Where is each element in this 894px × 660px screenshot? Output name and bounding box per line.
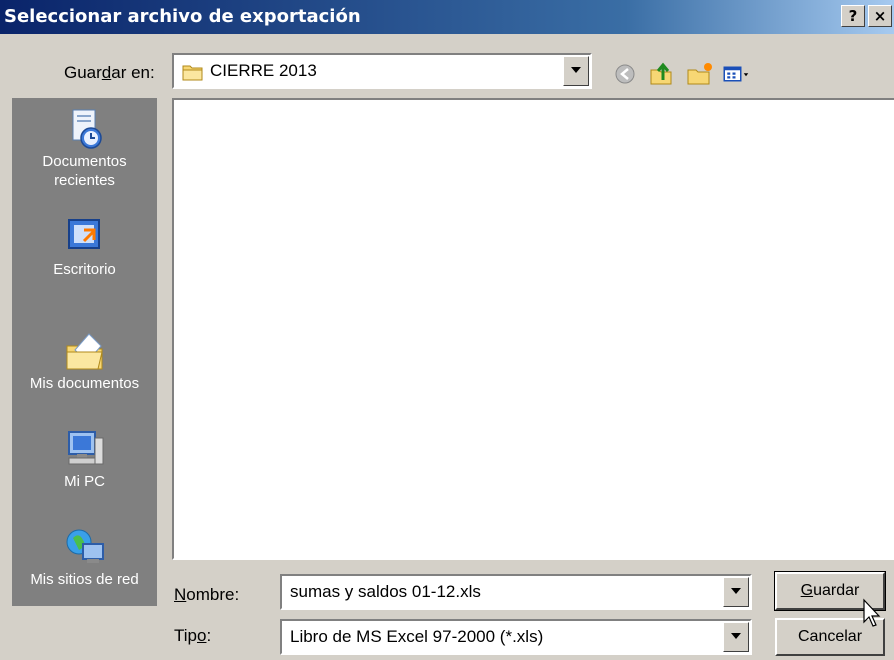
folder-icon bbox=[182, 65, 203, 81]
filename-value: sumas y saldos 01-12.xls bbox=[290, 582, 481, 601]
close-button[interactable]: × bbox=[868, 5, 892, 27]
place-label: Mis sitios de red bbox=[30, 571, 139, 588]
filename-dropdown-arrow[interactable] bbox=[723, 577, 749, 607]
my-computer-icon bbox=[67, 431, 103, 465]
save-in-dropdown-arrow[interactable] bbox=[563, 56, 589, 86]
save-in-value: CIERRE 2013 bbox=[210, 61, 317, 80]
filename-label: Nombre: bbox=[174, 585, 240, 604]
place-desktop[interactable]: Escritorio bbox=[12, 216, 157, 279]
desktop-icon bbox=[67, 219, 100, 249]
place-recent-documents[interactable]: Documentos recientes bbox=[12, 108, 157, 190]
place-label: Escritorio bbox=[53, 261, 116, 278]
filetype-dropdown-arrow[interactable] bbox=[723, 622, 749, 652]
recent-documents-icon bbox=[72, 109, 102, 149]
my-documents-icon bbox=[66, 333, 103, 370]
network-places-icon bbox=[66, 529, 104, 563]
save-in-dropdown[interactable]: CIERRE 2013 bbox=[172, 53, 592, 89]
place-network[interactable]: Mis sitios de red bbox=[12, 526, 157, 589]
new-folder-icon[interactable] bbox=[685, 60, 715, 88]
back-icon[interactable] bbox=[610, 60, 640, 88]
filetype-label: Tipo: bbox=[174, 626, 212, 645]
filetype-dropdown[interactable]: Libro de MS Excel 97-2000 (*.xls) bbox=[280, 619, 752, 655]
views-menu-icon[interactable] bbox=[722, 60, 752, 88]
filename-input[interactable]: sumas y saldos 01-12.xls bbox=[280, 574, 752, 610]
window-title: Seleccionar archivo de exportación bbox=[4, 6, 361, 27]
place-label: Mi PC bbox=[64, 473, 105, 490]
place-label: Mis documentos bbox=[29, 375, 140, 392]
save-in-label: Guardar en: bbox=[64, 63, 155, 82]
filetype-value: Libro de MS Excel 97-2000 (*.xls) bbox=[290, 627, 544, 646]
place-label: Documentos recientes bbox=[42, 153, 127, 189]
file-list[interactable] bbox=[172, 98, 894, 560]
up-folder-icon[interactable] bbox=[647, 60, 677, 88]
places-bar: Documentos recientes Escritorio Mis docu… bbox=[12, 98, 157, 606]
place-my-documents[interactable]: Mis documentos bbox=[12, 330, 157, 393]
help-button[interactable]: ? bbox=[841, 5, 865, 27]
mouse-cursor-icon bbox=[863, 598, 881, 627]
place-my-computer[interactable]: Mi PC bbox=[12, 428, 157, 491]
title-bar[interactable]: Seleccionar archivo de exportación ? × bbox=[0, 0, 894, 34]
